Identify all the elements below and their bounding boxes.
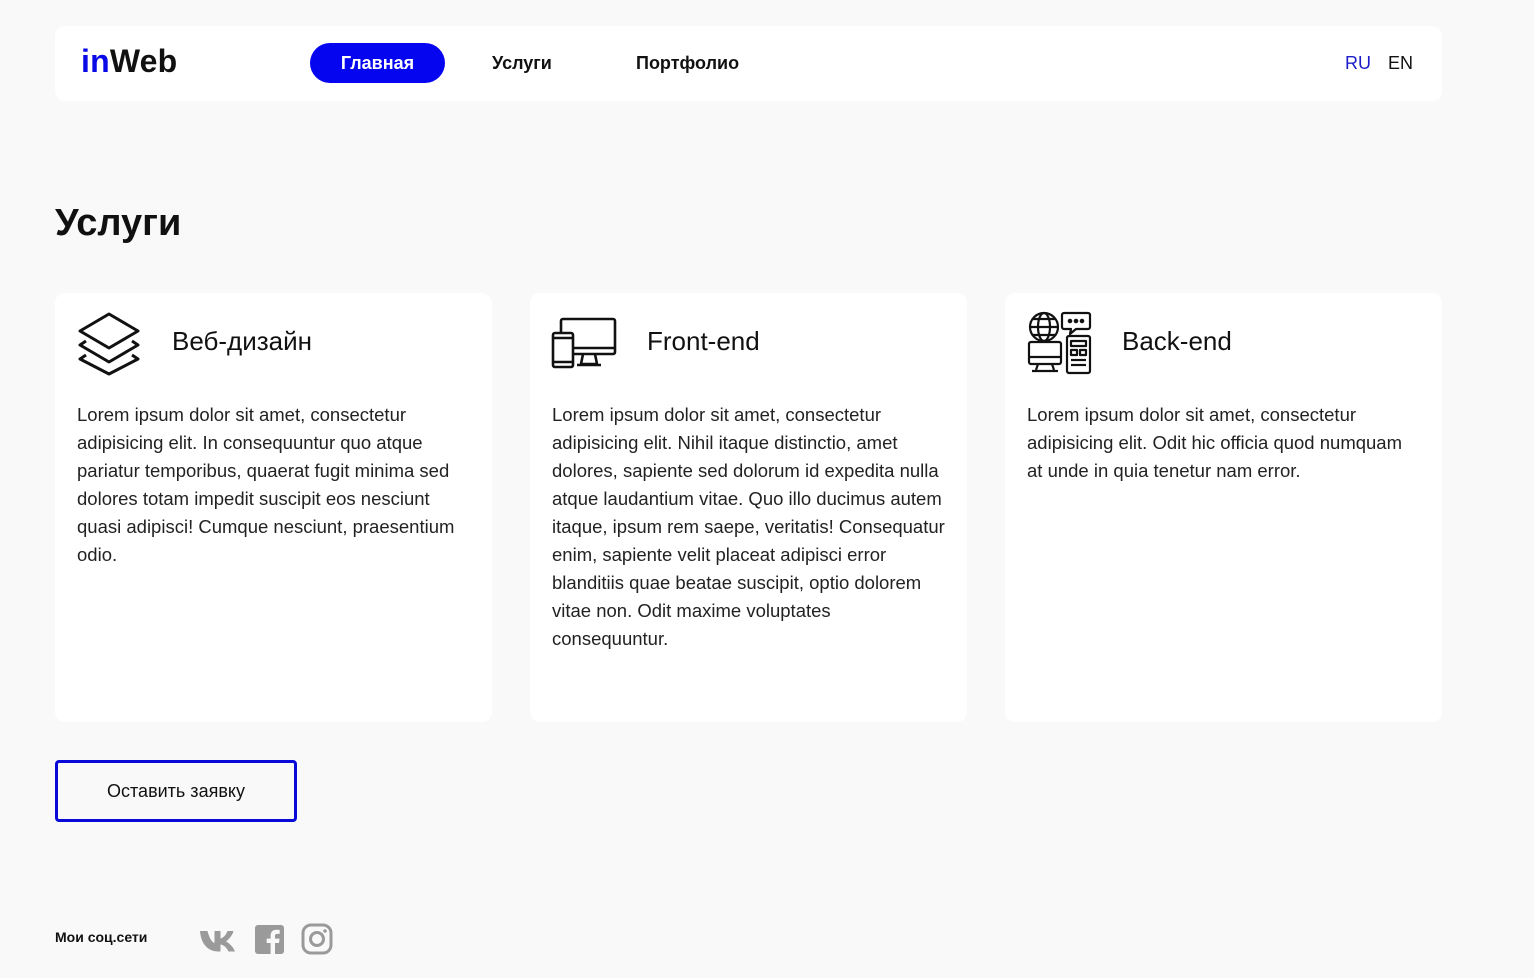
social-label: Мои соц.сети: [55, 929, 148, 945]
nav-home[interactable]: Главная: [310, 43, 445, 83]
submit-request-button[interactable]: Оставить заявку: [55, 760, 297, 822]
card-text: Lorem ipsum dolor sit amet, consectetur …: [77, 404, 455, 565]
instagram-icon[interactable]: [301, 923, 333, 955]
devices-icon: [551, 317, 617, 369]
service-card-frontend: Front-end Lorem ipsum dolor sit amet, co…: [530, 293, 967, 722]
card-text: Lorem ipsum dolor sit amet, consectetur …: [1027, 404, 1403, 481]
nav-services[interactable]: Услуги: [492, 43, 552, 83]
card-text: Lorem ipsum dolor sit amet, consectetur …: [552, 404, 945, 649]
card-title: Веб-дизайн: [172, 326, 313, 356]
logo-accent: in: [81, 43, 110, 79]
server-network-icon: [1027, 311, 1092, 375]
logo[interactable]: inWeb: [81, 43, 177, 80]
vk-icon[interactable]: [199, 923, 239, 955]
lang-en[interactable]: EN: [1388, 43, 1413, 83]
layers-icon: [78, 312, 140, 376]
site-header: inWeb Главная Услуги Портфолио RU EN: [55, 26, 1442, 101]
facebook-icon[interactable]: [255, 923, 284, 955]
service-card-backend: Back-end Lorem ipsum dolor sit amet, con…: [1005, 293, 1442, 722]
card-title: Front-end: [647, 326, 760, 356]
service-card-web-design: Веб-дизайн Lorem ipsum dolor sit amet, c…: [55, 293, 492, 722]
lang-ru[interactable]: RU: [1345, 43, 1371, 83]
logo-rest: Web: [109, 43, 178, 79]
section-title: Услуги: [55, 202, 182, 244]
nav-portfolio[interactable]: Портфолио: [636, 43, 739, 83]
card-title: Back-end: [1122, 326, 1232, 356]
